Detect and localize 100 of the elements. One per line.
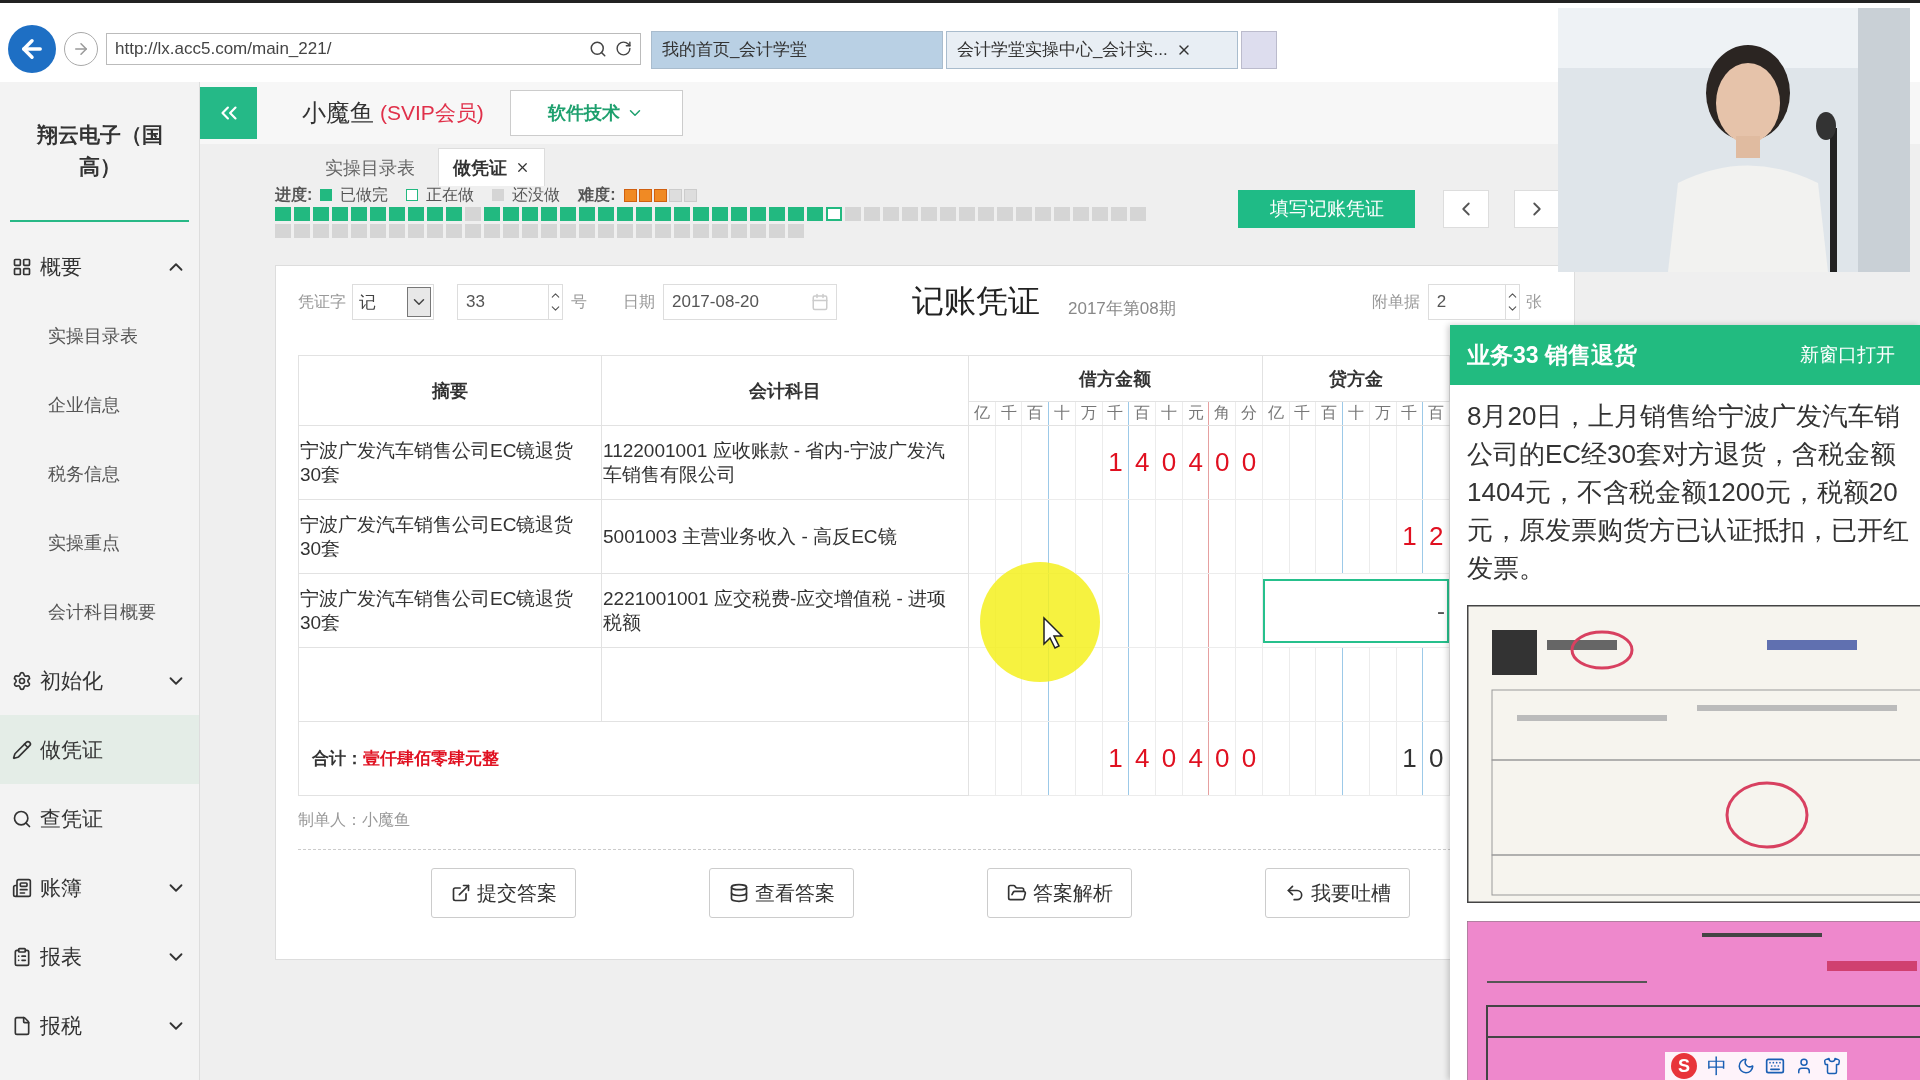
- question-cell[interactable]: [503, 224, 519, 238]
- address-bar[interactable]: http://lx.acc5.com/main_221/: [106, 32, 641, 65]
- question-cell[interactable]: [1111, 207, 1127, 221]
- next-button[interactable]: [1514, 190, 1560, 228]
- question-cell[interactable]: [598, 207, 614, 221]
- question-cell[interactable]: [541, 224, 557, 238]
- question-cell[interactable]: [522, 207, 538, 221]
- question-cell[interactable]: [389, 224, 405, 238]
- refresh-icon[interactable]: [615, 40, 632, 57]
- browser-tab[interactable]: 我的首页_会计学堂: [651, 30, 943, 69]
- question-cell[interactable]: [902, 207, 918, 221]
- question-cell[interactable]: [294, 224, 310, 238]
- question-cell[interactable]: [275, 207, 291, 221]
- question-cell[interactable]: [693, 207, 709, 221]
- shirt-icon[interactable]: [1823, 1057, 1841, 1075]
- question-cell[interactable]: [465, 224, 481, 238]
- sidebar-item[interactable]: 报表: [0, 922, 199, 991]
- action-button[interactable]: 答案解析: [987, 868, 1132, 918]
- voucher-type-select[interactable]: 记: [352, 284, 434, 320]
- summary-cell[interactable]: 宁波广发汽车销售公司EC镜退货30套: [298, 499, 602, 574]
- question-cell[interactable]: [427, 224, 443, 238]
- question-cell[interactable]: [1073, 207, 1089, 221]
- question-cell[interactable]: [370, 224, 386, 238]
- forward-button[interactable]: [64, 31, 98, 66]
- question-cell[interactable]: [731, 207, 747, 221]
- browser-tab[interactable]: 会计学堂实操中心_会计实...: [946, 30, 1238, 69]
- question-cell[interactable]: [693, 224, 709, 238]
- credit-amount-field[interactable]: -: [1262, 578, 1449, 643]
- question-cell[interactable]: [845, 207, 861, 221]
- question-cell[interactable]: [446, 224, 462, 238]
- sidebar-subitem[interactable]: 企业信息: [0, 370, 199, 439]
- question-cell[interactable]: [655, 207, 671, 221]
- sidebar-subitem[interactable]: 会计科目概要: [0, 577, 199, 646]
- question-cell[interactable]: [712, 224, 728, 238]
- question-cell[interactable]: [1054, 207, 1070, 221]
- user-icon[interactable]: [1795, 1057, 1813, 1075]
- sidebar-item[interactable]: 报税: [0, 991, 199, 1060]
- question-cell[interactable]: [484, 207, 500, 221]
- question-cell[interactable]: [883, 207, 899, 221]
- question-cell[interactable]: [1130, 207, 1146, 221]
- question-cell[interactable]: [313, 224, 329, 238]
- question-cell[interactable]: [408, 224, 424, 238]
- number-field[interactable]: 33: [457, 284, 549, 320]
- question-cell[interactable]: [503, 207, 519, 221]
- new-tab-button[interactable]: [1241, 30, 1277, 69]
- question-cell[interactable]: [1092, 207, 1108, 221]
- question-cell[interactable]: [351, 224, 367, 238]
- sidebar-item[interactable]: 初始化: [0, 646, 199, 715]
- account-cell[interactable]: 5001003 主营业务收入 - 高反EC镜: [601, 499, 969, 574]
- question-cell[interactable]: [807, 207, 823, 221]
- summary-cell[interactable]: 宁波广发汽车销售公司EC镜退货30套: [298, 425, 602, 500]
- question-cell[interactable]: [750, 207, 766, 221]
- question-cell[interactable]: [978, 207, 994, 221]
- question-cell[interactable]: [864, 207, 880, 221]
- action-button[interactable]: 提交答案: [431, 868, 576, 918]
- action-button[interactable]: 我要吐槽: [1265, 868, 1410, 918]
- date-field[interactable]: 2017-08-20: [663, 284, 837, 320]
- question-cell[interactable]: [427, 207, 443, 221]
- sidebar-item[interactable]: 账簿: [0, 853, 199, 922]
- account-cell[interactable]: 1122001001 应收账款 - 省内-宁波广发汽车销售有限公司: [601, 425, 969, 500]
- sidebar-subitem[interactable]: 税务信息: [0, 439, 199, 508]
- question-cell[interactable]: [313, 207, 329, 221]
- back-button[interactable]: [8, 24, 56, 73]
- question-cell[interactable]: [655, 224, 671, 238]
- question-cell[interactable]: [788, 224, 804, 238]
- question-cell[interactable]: [522, 224, 538, 238]
- action-button[interactable]: 查看答案: [709, 868, 854, 918]
- question-cell[interactable]: [560, 224, 576, 238]
- previous-button[interactable]: [1443, 190, 1489, 228]
- sidebar-subitem[interactable]: 实操重点: [0, 508, 199, 577]
- question-cell[interactable]: [921, 207, 937, 221]
- question-cell[interactable]: [598, 224, 614, 238]
- question-cell[interactable]: [997, 207, 1013, 221]
- moon-icon[interactable]: [1737, 1057, 1755, 1075]
- question-cell[interactable]: [579, 224, 595, 238]
- attachments-field[interactable]: 2: [1427, 284, 1506, 320]
- search-icon[interactable]: [589, 39, 607, 58]
- question-cell[interactable]: [674, 224, 690, 238]
- question-cell[interactable]: [674, 207, 690, 221]
- close-icon[interactable]: [515, 160, 530, 175]
- sidebar-item[interactable]: 查凭证: [0, 784, 199, 853]
- question-cell[interactable]: [636, 224, 652, 238]
- question-cell[interactable]: [541, 207, 557, 221]
- question-cell[interactable]: [560, 207, 576, 221]
- question-cell[interactable]: [484, 224, 500, 238]
- spinner-icon[interactable]: [1505, 284, 1520, 320]
- question-cell[interactable]: [351, 207, 367, 221]
- question-cell[interactable]: [275, 224, 291, 238]
- question-cell[interactable]: [579, 207, 595, 221]
- sidebar-subitem[interactable]: 实操目录表: [0, 301, 199, 370]
- question-cell[interactable]: [826, 207, 842, 221]
- question-cell[interactable]: [731, 224, 747, 238]
- account-cell[interactable]: 2221001001 应交税费-应交增值税 - 进项税额: [601, 573, 969, 648]
- question-cell[interactable]: [370, 207, 386, 221]
- question-cell[interactable]: [389, 207, 405, 221]
- collapse-button[interactable]: [200, 87, 257, 139]
- page-tab[interactable]: 实操目录表: [310, 148, 430, 186]
- question-cell[interactable]: [769, 207, 785, 221]
- question-cell[interactable]: [332, 207, 348, 221]
- question-cell[interactable]: [332, 224, 348, 238]
